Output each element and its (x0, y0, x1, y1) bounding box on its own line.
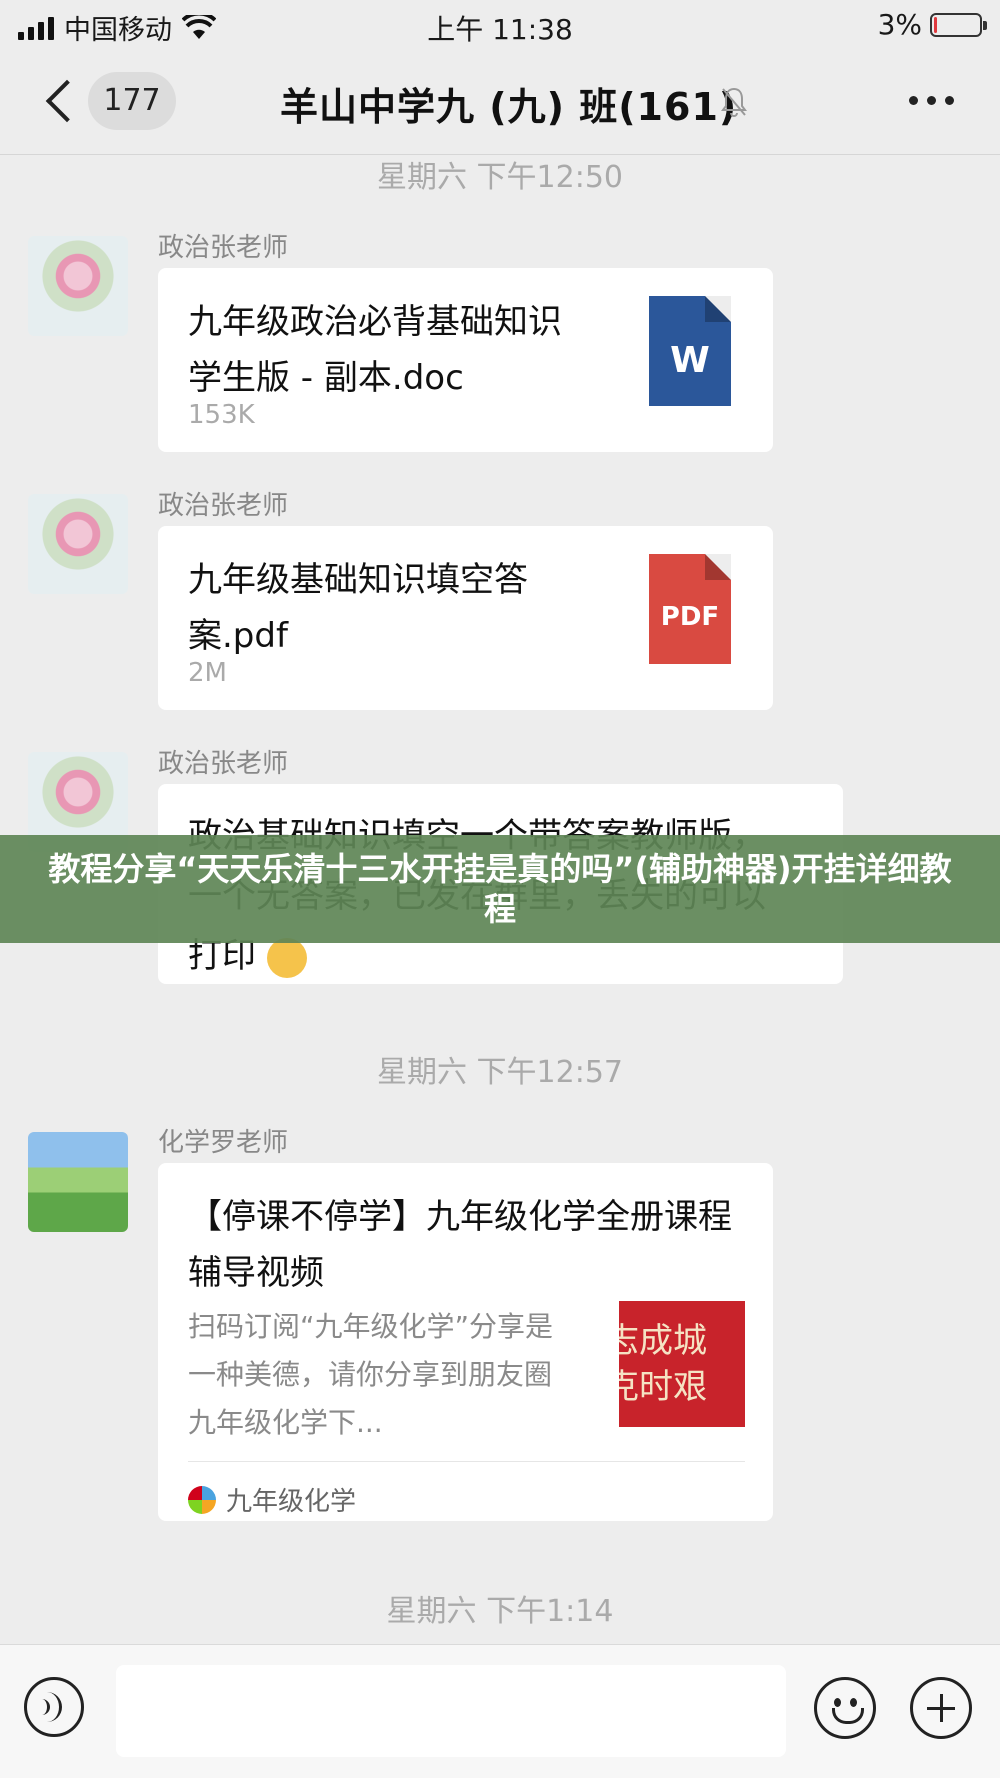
overlay-banner: 教程分享“天天乐清十三水开挂是真的吗”(辅助神器)开挂详细教程 (0, 835, 1000, 943)
sender-name: 化学罗老师 (158, 1128, 289, 1158)
link-source: 九年级化学 (188, 1481, 356, 1518)
chat-header: 177 羊山中学九 (九) 班(161) (0, 50, 1000, 155)
pdf-file-icon: PDF (649, 554, 731, 664)
battery-group: 3% (877, 8, 987, 41)
status-bar: 中国移动 上午 11:38 3% (0, 0, 1000, 50)
avatar[interactable] (28, 236, 128, 336)
input-bar (0, 1644, 1000, 1778)
timestamp: 星期六 下午12:50 (377, 160, 623, 195)
timestamp: 星期六 下午12:57 (377, 1055, 623, 1090)
file-size: 153K (188, 400, 255, 430)
link-description: 扫码订阅“九年级化学”分享是一种美德，请你分享到朋友圈九年级化学下... (188, 1310, 554, 1439)
chevron-left-icon[interactable] (40, 74, 90, 130)
emoji-icon[interactable] (814, 1677, 876, 1739)
battery-percent: 3% (877, 8, 922, 41)
plus-icon[interactable] (910, 1677, 972, 1739)
file-name: 九年级政治必背基础知识学生版 - 副本.doc (188, 302, 562, 398)
sender-name: 政治张老师 (158, 749, 289, 779)
file-message-doc[interactable]: 九年级政治必背基础知识学生版 - 副本.doc 153K W (158, 268, 773, 452)
chat-title: 羊山中学九 (九) 班(161) (280, 85, 738, 129)
word-file-icon: W (649, 296, 731, 406)
smile-emoji-icon (266, 937, 307, 978)
more-dots-icon[interactable] (909, 96, 954, 105)
sender-name: 政治张老师 (158, 491, 289, 521)
avatar[interactable] (28, 494, 128, 594)
message-input[interactable] (116, 1665, 786, 1757)
mini-program-icon (188, 1485, 216, 1514)
link-thumbnail: 志成城 克时艰 (619, 1301, 745, 1427)
timestamp: 星期六 下午1:14 (386, 1594, 614, 1629)
divider (188, 1461, 745, 1462)
battery-icon (930, 12, 987, 37)
clock: 上午 11:38 (427, 13, 573, 46)
file-message-pdf[interactable]: 九年级基础知识填空答案.pdf 2M PDF (158, 526, 773, 710)
sender-name: 政治张老师 (158, 233, 289, 263)
file-size: 2M (188, 658, 227, 688)
avatar[interactable] (28, 1132, 128, 1232)
source-name: 九年级化学 (226, 1487, 357, 1517)
file-name: 九年级基础知识填空答案.pdf (188, 560, 528, 656)
bell-muted-icon (721, 87, 747, 117)
link-title: 【停课不停学】九年级化学全册课程辅导视频 (188, 1197, 732, 1293)
banner-text: 教程分享“天天乐清十三水开挂是真的吗”(辅助神器)开挂详细教程 (48, 850, 952, 928)
voice-icon[interactable] (24, 1677, 84, 1737)
link-card-message[interactable]: 【停课不停学】九年级化学全册课程辅导视频 扫码订阅“九年级化学”分享是一种美德，… (158, 1163, 773, 1521)
unread-count-badge[interactable]: 177 (88, 72, 176, 130)
